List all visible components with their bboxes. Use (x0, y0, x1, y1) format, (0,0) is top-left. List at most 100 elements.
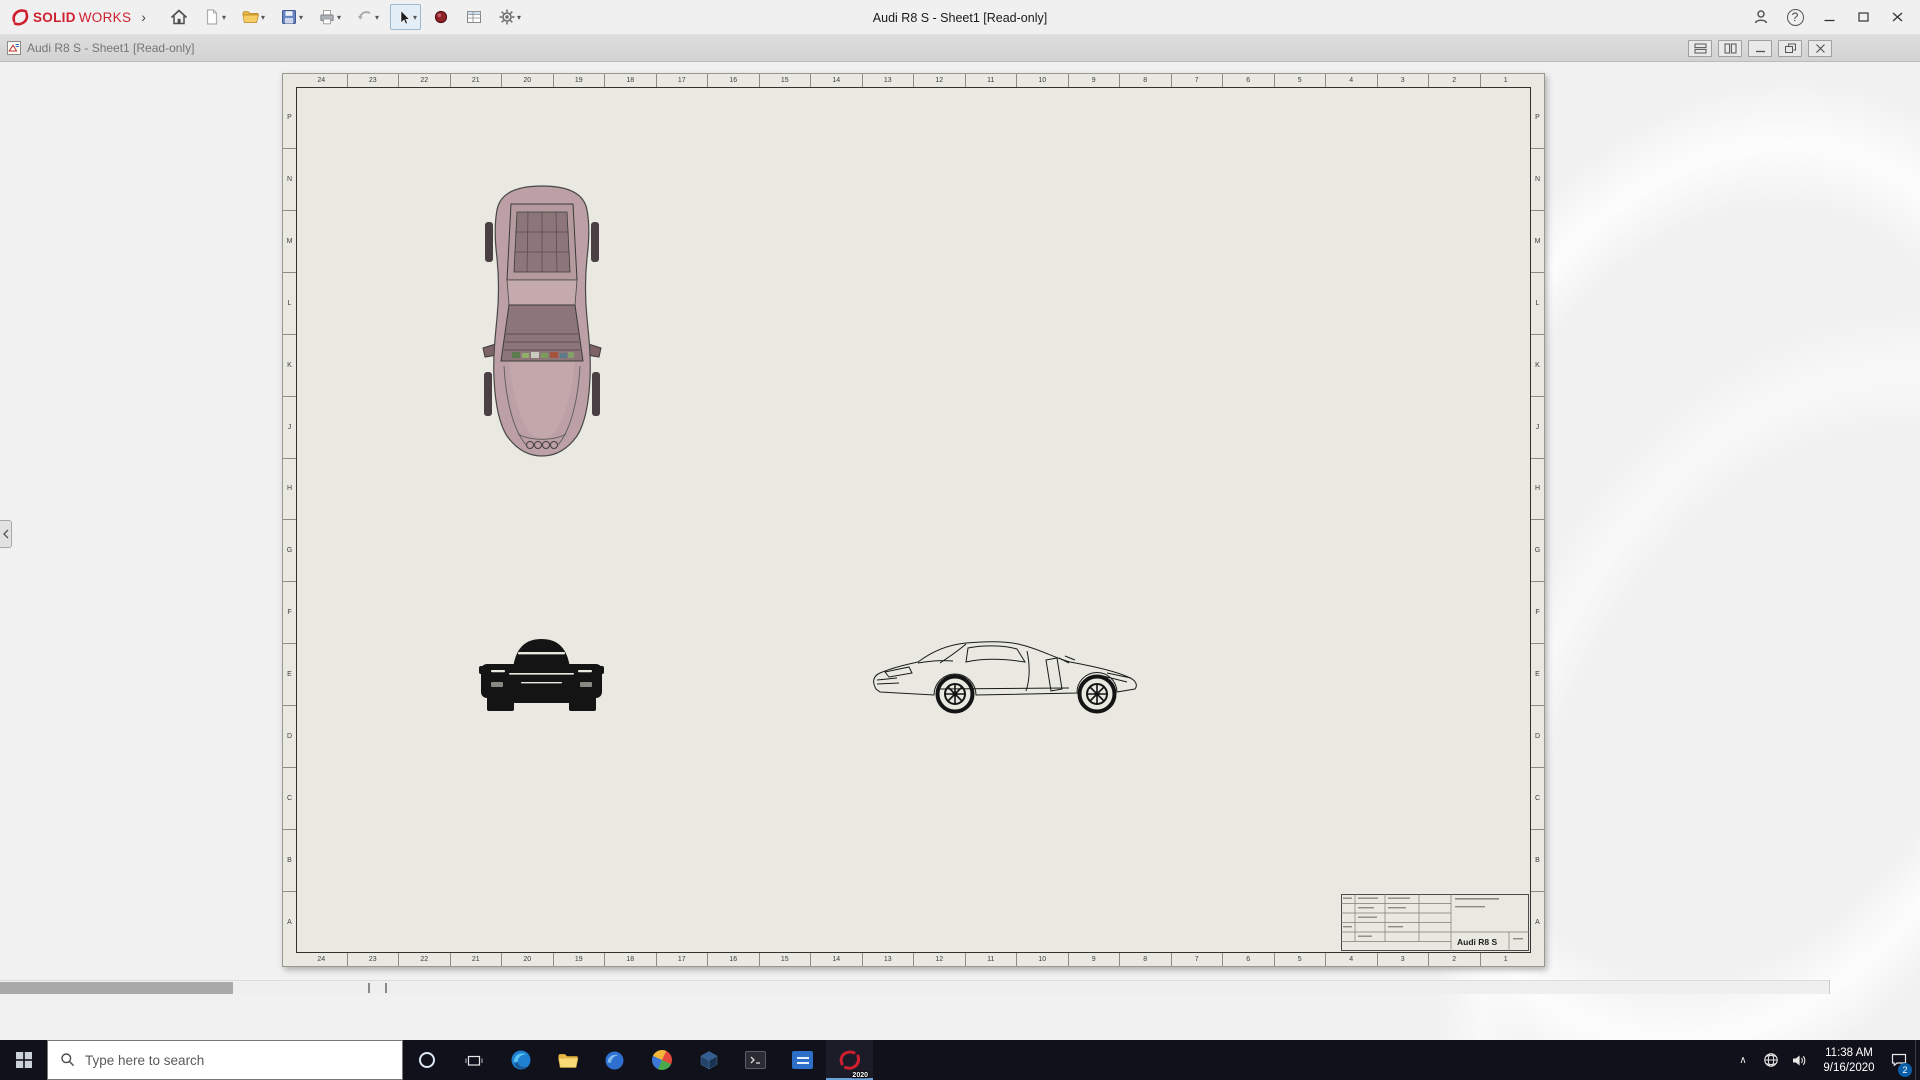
chevron-left-icon (2, 529, 10, 539)
new-document-icon (203, 8, 221, 26)
chevron-up-icon: ∧ (1739, 1055, 1746, 1066)
drawing-view-side[interactable] (869, 632, 1145, 714)
zone-label: 2 (1428, 74, 1480, 87)
volume-button[interactable] (1785, 1040, 1813, 1080)
menu-expand-arrow[interactable]: › (141, 9, 146, 25)
solidworks-year-badge: 2020 (852, 1072, 868, 1079)
action-center-button[interactable]: 2 (1885, 1040, 1913, 1080)
undo-button[interactable]: ▾ (352, 4, 383, 30)
search-input[interactable] (85, 1041, 402, 1079)
dropdown-caret-icon[interactable]: ▾ (413, 13, 417, 22)
taskbar-search[interactable] (47, 1040, 403, 1080)
zone-label: 24 (296, 74, 347, 87)
side-view-drawing (869, 632, 1145, 714)
render-sphere-button[interactable] (428, 4, 454, 30)
zone-label: 3 (1377, 74, 1429, 87)
network-button[interactable] (1757, 1040, 1785, 1080)
dropdown-caret-icon[interactable]: ▾ (517, 13, 521, 22)
zone-label: 2 (1428, 953, 1480, 966)
zone-label: E (1531, 643, 1544, 705)
file-explorer-button[interactable] (544, 1040, 591, 1080)
tile-horizontal-button[interactable] (1688, 40, 1712, 57)
terminal-button[interactable] (732, 1040, 779, 1080)
settings-button[interactable]: ▾ (494, 4, 525, 30)
horizontal-scrollbar[interactable] (0, 980, 1830, 994)
zone-label: 9 (1068, 74, 1120, 87)
cortana-icon (419, 1052, 435, 1068)
cube-app-icon (698, 1049, 720, 1071)
properties-table-button[interactable] (461, 4, 487, 30)
cube-app-button[interactable] (685, 1040, 732, 1080)
cortana-button[interactable] (403, 1040, 450, 1080)
app-close-button[interactable] (1880, 0, 1914, 35)
document-window-controls (1688, 40, 1832, 57)
drawing-sheet[interactable]: 242322212019181716151413121110987654321 … (282, 73, 1545, 967)
titlebar-controls: ? (1744, 0, 1920, 35)
zone-label: H (1531, 458, 1544, 520)
sheet-zone-ruler-left: PNMLKJHGFEDCBA (283, 87, 296, 953)
featuremanager-flyout-tab[interactable] (0, 520, 12, 548)
new-document-button[interactable]: ▾ (199, 4, 230, 30)
zone-label: 4 (1325, 74, 1377, 87)
taskbar-clock[interactable]: 11:38 AM 9/16/2020 (1813, 1040, 1885, 1080)
clock-date: 9/16/2020 (1823, 1061, 1874, 1076)
app-maximize-button[interactable] (1846, 0, 1880, 35)
dropdown-caret-icon[interactable]: ▾ (222, 13, 226, 22)
zone-label: 1 (1480, 74, 1532, 87)
account-button[interactable] (1744, 0, 1778, 35)
select-tool-button[interactable]: ▾ (390, 4, 421, 30)
home-button[interactable] (166, 4, 192, 30)
pane-split-handle[interactable] (385, 983, 387, 993)
zone-label: 8 (1119, 74, 1171, 87)
title-block-part-name: Audi R8 S (1457, 937, 1497, 947)
dropdown-caret-icon[interactable]: ▾ (337, 13, 341, 22)
zone-label: A (1531, 891, 1544, 953)
print-button[interactable]: ▾ (314, 4, 345, 30)
zone-label: A (283, 891, 296, 953)
system-tray: ∧ 11:38 AM 9/16/2020 2 (1729, 1040, 1920, 1080)
dropdown-caret-icon[interactable]: ▾ (375, 13, 379, 22)
network-globe-icon (1763, 1052, 1779, 1068)
show-desktop-button[interactable] (1915, 1040, 1920, 1080)
task-view-button[interactable] (450, 1040, 497, 1080)
graphics-area[interactable]: 242322212019181716151413121110987654321 … (0, 62, 1920, 1040)
app-minimize-button[interactable] (1812, 0, 1846, 35)
zone-label: B (1531, 829, 1544, 891)
dropdown-caret-icon[interactable]: ▾ (261, 13, 265, 22)
doc-restore-button[interactable] (1778, 40, 1802, 57)
open-button[interactable]: ▾ (237, 4, 269, 30)
dropdown-caret-icon[interactable]: ▾ (299, 13, 303, 22)
zone-label: 8 (1119, 953, 1171, 966)
zone-label: C (283, 767, 296, 829)
solidworks-taskbar-button[interactable]: 2020 (826, 1040, 873, 1080)
drawing-view-top[interactable] (478, 184, 606, 458)
maximize-icon (1855, 10, 1872, 24)
title-block[interactable]: Audi R8 S (1341, 894, 1529, 951)
save-button[interactable]: ▾ (276, 4, 307, 30)
tray-expand-button[interactable]: ∧ (1729, 1040, 1757, 1080)
start-button[interactable] (0, 1040, 47, 1080)
tile-vertical-button[interactable] (1718, 40, 1742, 57)
help-button[interactable]: ? (1778, 0, 1812, 35)
edge-button[interactable] (497, 1040, 544, 1080)
sheet-zone-ruler-right: PNMLKJHGFEDCBA (1531, 87, 1544, 953)
doc-minimize-button[interactable] (1748, 40, 1772, 57)
scrollbar-thumb[interactable] (0, 982, 233, 994)
open-folder-icon (241, 8, 260, 26)
drawing-view-front[interactable] (479, 632, 604, 715)
doc-close-button[interactable] (1808, 40, 1832, 57)
zone-label: 15 (759, 74, 811, 87)
blue-window-app-button[interactable] (779, 1040, 826, 1080)
zone-label: 12 (913, 74, 965, 87)
pinwheel-app-button[interactable] (638, 1040, 685, 1080)
pane-split-handle[interactable] (368, 983, 370, 993)
tile-vertical-icon (1723, 42, 1738, 55)
account-icon (1752, 8, 1770, 26)
blue-window-app-icon (792, 1051, 813, 1069)
solidworks-logo-icon (10, 7, 30, 27)
browser-button[interactable] (591, 1040, 638, 1080)
zone-label: 18 (604, 953, 656, 966)
solidworks-taskbar-icon (837, 1049, 863, 1072)
zone-label: 15 (759, 953, 811, 966)
zone-label: 11 (965, 74, 1017, 87)
